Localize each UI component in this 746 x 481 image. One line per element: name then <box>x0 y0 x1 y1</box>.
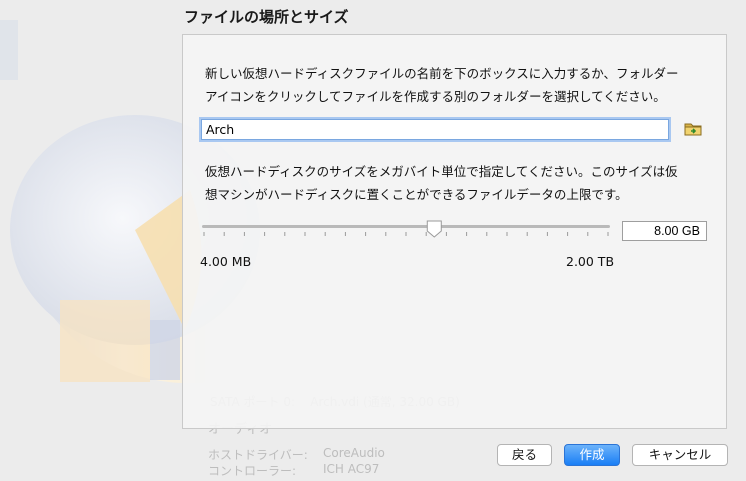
slider-thumb[interactable] <box>426 220 442 238</box>
size-slider[interactable] <box>200 219 612 239</box>
folder-icon[interactable] <box>684 121 702 137</box>
file-name-input[interactable] <box>201 119 669 140</box>
location-description-line2: アイコンをクリックしてファイルを作成する別のフォルダーを選択してください。 <box>205 89 666 104</box>
cancel-button[interactable]: キャンセル <box>632 444 728 466</box>
create-button[interactable]: 作成 <box>564 444 620 466</box>
dialog-title: ファイルの場所とサイズ <box>184 8 349 26</box>
size-range-max: 2.00 TB <box>566 254 615 269</box>
size-range-min: 4.00 MB <box>200 254 252 269</box>
background-host-driver-value: CoreAudio <box>323 446 385 460</box>
background-controller-value: ICH AC97 <box>323 462 380 476</box>
slider-ticks <box>203 232 609 236</box>
location-description-line1: 新しい仮想ハードディスクファイルの名前を下のボックスに入力するか、フォルダー <box>205 66 679 81</box>
size-value-input[interactable] <box>622 221 707 241</box>
size-description-line1: 仮想ハードディスクのサイズをメガバイト単位で指定してください。このサイズは仮 <box>205 164 678 179</box>
background-host-driver-label: ホストドライバー: <box>208 448 308 462</box>
size-description-line2: 想マシンがハードディスクに置くことができるファイルデータの上限です。 <box>205 187 628 202</box>
back-button[interactable]: 戻る <box>497 444 552 466</box>
background-controller-label: コントローラー: <box>208 464 297 478</box>
slider-track <box>202 225 610 228</box>
